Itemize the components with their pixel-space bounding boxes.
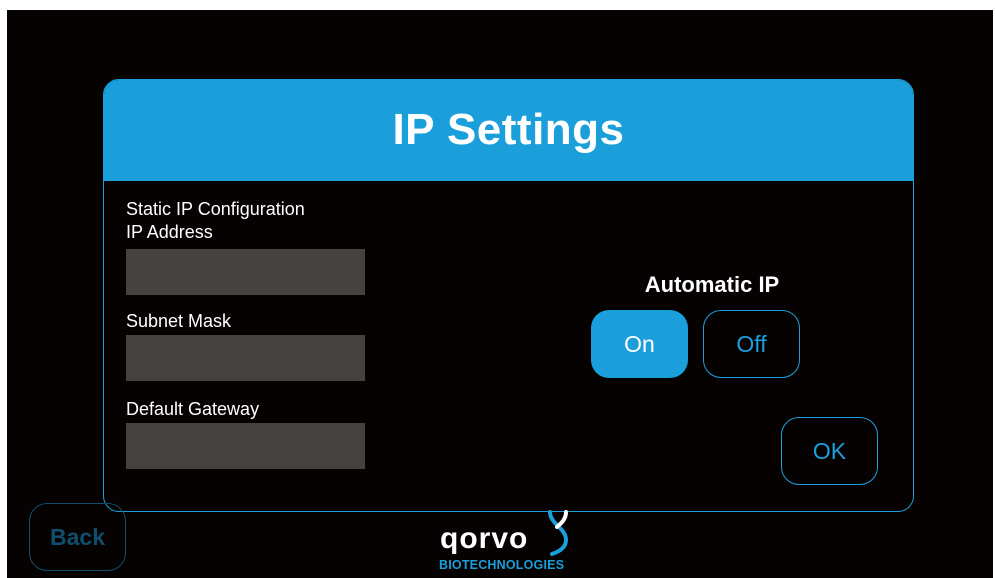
on-button-label: On [624, 330, 655, 357]
automatic-ip-on-button[interactable]: On [591, 310, 688, 378]
device-screen: IP Settings Static IP Configuration IP A… [7, 10, 993, 578]
automatic-ip-off-button[interactable]: Off [703, 310, 800, 378]
logo-subtitle: BIOTECHNOLOGIES [439, 558, 565, 572]
subnet-mask-field[interactable] [126, 335, 365, 381]
dialog-header: IP Settings [104, 80, 913, 181]
ip-address-field[interactable] [126, 249, 365, 295]
ip-settings-dialog: IP Settings Static IP Configuration IP A… [103, 79, 914, 512]
off-button-label: Off [736, 330, 767, 357]
ip-address-label: IP Address [126, 222, 213, 242]
ok-button-label: OK [812, 437, 847, 464]
default-gateway-field[interactable] [126, 423, 365, 469]
qorvo-logo: qorvo BIOTECHNOLOGIES [433, 510, 583, 576]
subnet-mask-label: Subnet Mask [126, 311, 232, 331]
logo-wordmark: qorvo [440, 522, 529, 555]
back-button-label: Back [50, 523, 105, 550]
default-gateway-label: Default Gateway [126, 399, 260, 419]
static-ip-section-label: Static IP Configuration [126, 199, 305, 219]
automatic-ip-label: Automatic IP [644, 272, 780, 297]
dna-helix-icon [548, 510, 569, 556]
back-button[interactable]: Back [29, 503, 126, 571]
dialog-title: IP Settings [392, 105, 625, 154]
ok-button[interactable]: OK [781, 417, 878, 485]
